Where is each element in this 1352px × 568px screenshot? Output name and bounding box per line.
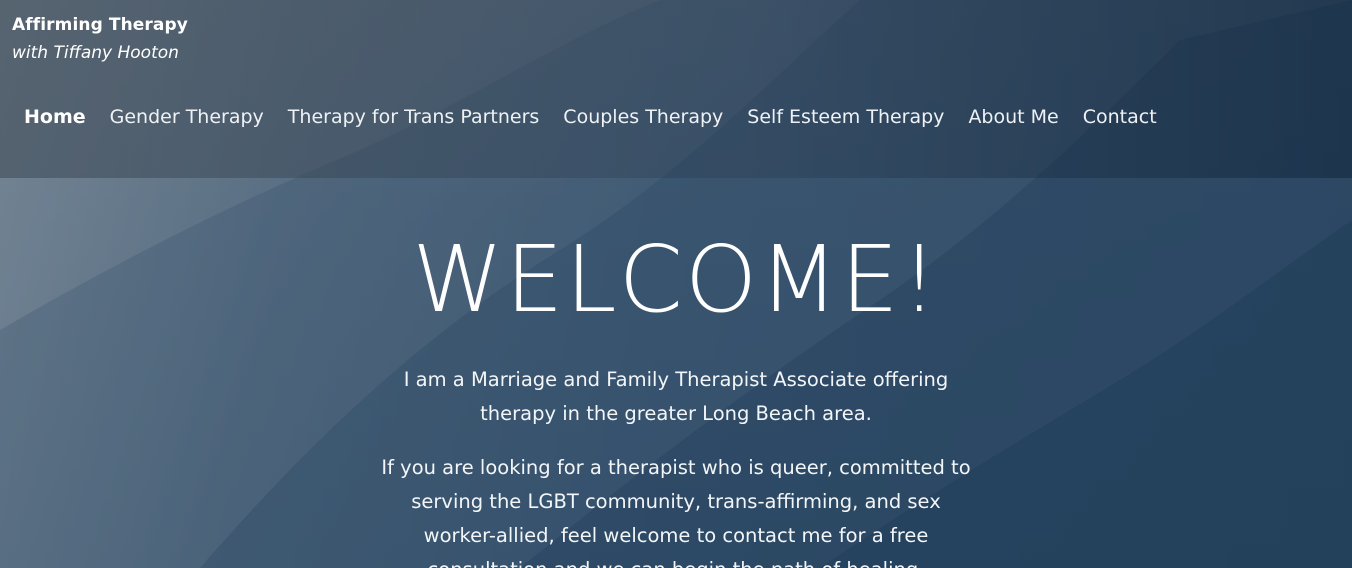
nav-item-home[interactable]: Home bbox=[12, 100, 98, 134]
site-title[interactable]: Affirming Therapy bbox=[12, 14, 188, 36]
nav-item-gender-therapy[interactable]: Gender Therapy bbox=[98, 100, 276, 134]
intro-paragraph: I am a Marriage and Family Therapist Ass… bbox=[403, 368, 949, 425]
nav-item-about-me[interactable]: About Me bbox=[956, 100, 1070, 134]
invitation-paragraph: If you are looking for a therapist who i… bbox=[381, 456, 971, 568]
welcome-heading: WELCOME! bbox=[412, 226, 940, 333]
nav-item-self-esteem-therapy[interactable]: Self Esteem Therapy bbox=[735, 100, 956, 134]
site-tagline: with Tiffany Hooton bbox=[12, 43, 179, 63]
nav-item-contact[interactable]: Contact bbox=[1071, 100, 1169, 134]
nav-item-couples-therapy[interactable]: Couples Therapy bbox=[551, 100, 735, 134]
site-header: Affirming Therapy with Tiffany Hooton Ho… bbox=[0, 0, 1352, 178]
hero-section: WELCOME! I am a Marriage and Family Ther… bbox=[0, 178, 1352, 568]
main-nav: Home Gender Therapy Therapy for Trans Pa… bbox=[12, 100, 1169, 134]
nav-item-therapy-for-trans-partners[interactable]: Therapy for Trans Partners bbox=[276, 100, 552, 134]
